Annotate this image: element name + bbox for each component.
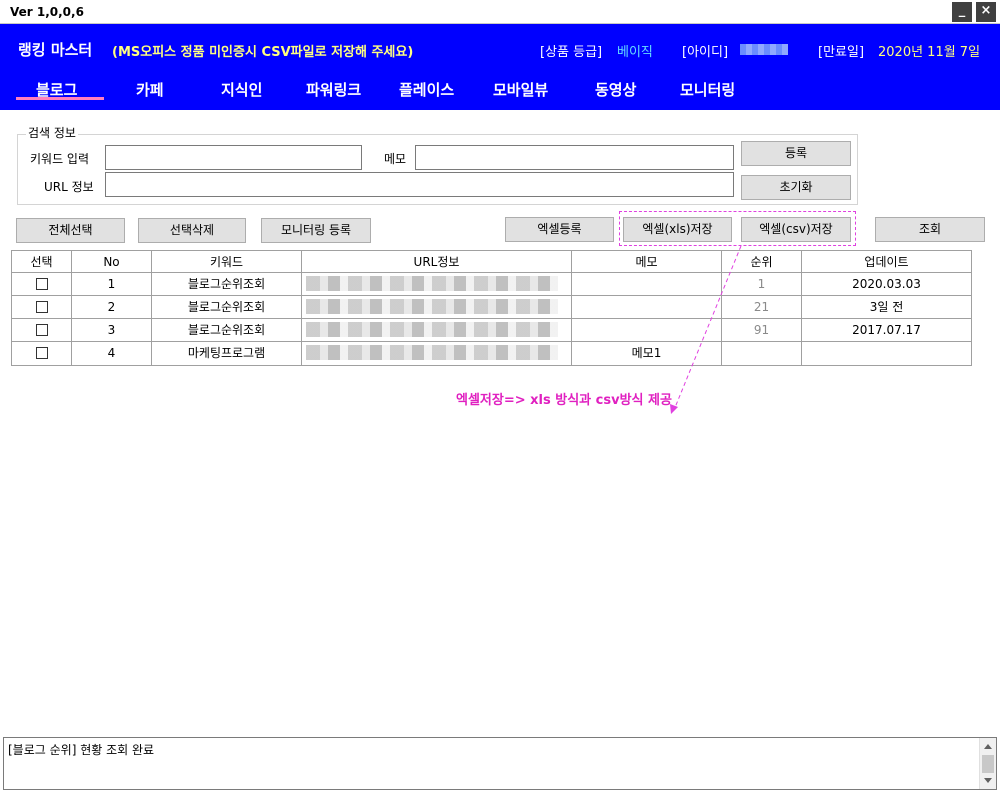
scroll-down-icon[interactable] <box>984 778 992 783</box>
log-message: [블로그 순위] 현황 조회 완료 <box>8 743 155 757</box>
excel-save-annotation: 엑셀저장=> xls 방식과 csv방식 제공 <box>456 393 672 408</box>
status-log[interactable]: [블로그 순위] 현황 조회 완료 <box>3 737 997 790</box>
scroll-thumb[interactable] <box>982 755 994 773</box>
scroll-up-icon[interactable] <box>984 744 992 749</box>
log-scrollbar[interactable] <box>979 738 996 789</box>
